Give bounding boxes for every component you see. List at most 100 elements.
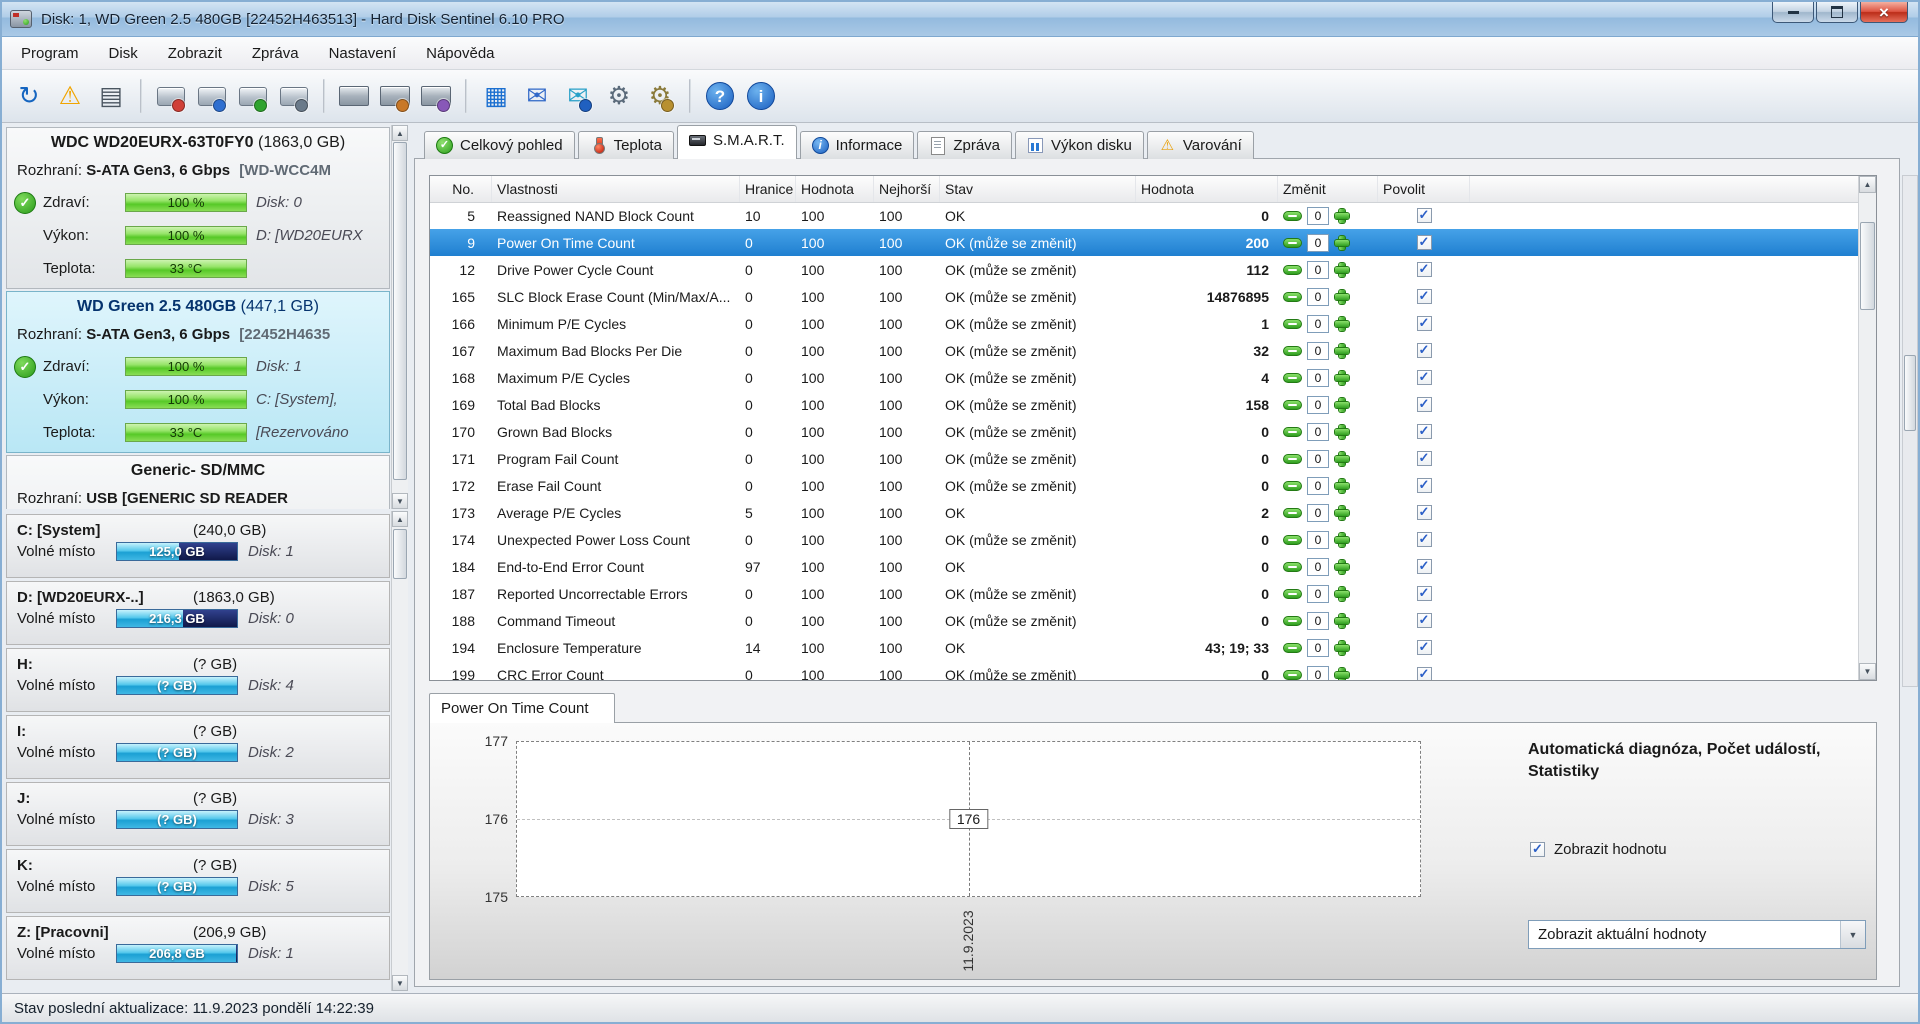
enable-checkbox[interactable]	[1417, 397, 1432, 412]
sound-settings-icon[interactable]: ⚙	[641, 75, 679, 117]
info-icon[interactable]: i	[742, 75, 780, 117]
smart-row[interactable]: 166 Minimum P/E Cycles 0 100 100 OK (můž…	[430, 310, 1859, 337]
tab-zprava[interactable]: Zpráva	[917, 131, 1012, 159]
enable-checkbox[interactable]	[1417, 559, 1432, 574]
alert-clock-icon[interactable]: ⚠	[51, 75, 89, 117]
increase-offset-button[interactable]	[1334, 208, 1350, 224]
surface-map-icon[interactable]: ▦	[477, 75, 515, 117]
smart-row[interactable]: 9 Power On Time Count 0 100 100 OK (může…	[430, 229, 1859, 256]
decrease-offset-button[interactable]	[1283, 670, 1302, 680]
scroll-down-icon[interactable]: ▼	[392, 975, 408, 991]
smart-row[interactable]: 170 Grown Bad Blocks 0 100 100 OK (může …	[430, 418, 1859, 445]
decrease-offset-button[interactable]	[1283, 643, 1302, 653]
tab-smart[interactable]: S.M.A.R.T.	[677, 125, 797, 159]
menu-item[interactable]: Zobrazit	[153, 40, 237, 67]
menu-item[interactable]: Zpráva	[237, 40, 314, 67]
smart-row[interactable]: 199 CRC Error Count 0 100 100 OK (může s…	[430, 661, 1859, 680]
current-values-dropdown[interactable]: Zobrazit aktuální hodnoty ▼	[1528, 920, 1866, 949]
column-header-attribute[interactable]: Vlastnosti	[492, 176, 740, 202]
decrease-offset-button[interactable]	[1283, 211, 1302, 221]
decrease-offset-button[interactable]	[1283, 238, 1302, 248]
enable-checkbox[interactable]	[1417, 667, 1432, 680]
decrease-offset-button[interactable]	[1283, 481, 1302, 491]
increase-offset-button[interactable]	[1334, 478, 1350, 494]
increase-offset-button[interactable]	[1334, 505, 1350, 521]
partition-list-scrollbar[interactable]: ▲ ▼	[391, 511, 408, 991]
menu-item[interactable]: Program	[6, 40, 94, 67]
increase-offset-button[interactable]	[1334, 640, 1350, 656]
column-header-status[interactable]: Stav	[940, 176, 1136, 202]
partition-item[interactable]: I: (? GB) Volné místo (? GB) Disk: 2	[6, 715, 390, 779]
column-header-change[interactable]: Změnit	[1278, 176, 1378, 202]
tab-informace[interactable]: Informace	[800, 131, 915, 159]
increase-offset-button[interactable]	[1334, 316, 1350, 332]
partition-item[interactable]: K: (? GB) Volné místo (? GB) Disk: 5	[6, 849, 390, 913]
scroll-up-icon[interactable]: ▲	[1859, 176, 1876, 193]
partition-item[interactable]: H: (? GB) Volné místo (? GB) Disk: 4	[6, 648, 390, 712]
decrease-offset-button[interactable]	[1283, 508, 1302, 518]
smart-row[interactable]: 187 Reported Uncorrectable Errors 0 100 …	[430, 580, 1859, 607]
chart-tab[interactable]: Power On Time Count	[429, 693, 615, 723]
enable-checkbox[interactable]	[1417, 451, 1432, 466]
column-header-data[interactable]: Hodnota	[1136, 176, 1278, 202]
partition-item[interactable]: D: [WD20EURX-..] (1863,0 GB) Volné místo…	[6, 581, 390, 645]
decrease-offset-button[interactable]	[1283, 562, 1302, 572]
disk-remove-icon[interactable]	[152, 75, 190, 117]
maximize-button[interactable]	[1816, 2, 1858, 23]
disk-search-icon[interactable]	[275, 75, 313, 117]
column-header-enable[interactable]: Povolit	[1378, 176, 1470, 202]
tab-celkovy-pohled[interactable]: Celkový pohled	[424, 131, 575, 159]
increase-offset-button[interactable]	[1334, 559, 1350, 575]
menu-item[interactable]: Disk	[94, 40, 153, 67]
decrease-offset-button[interactable]	[1283, 373, 1302, 383]
increase-offset-button[interactable]	[1334, 262, 1350, 278]
enable-checkbox[interactable]	[1417, 208, 1432, 223]
increase-offset-button[interactable]	[1334, 289, 1350, 305]
enable-checkbox[interactable]	[1417, 532, 1432, 547]
increase-offset-button[interactable]	[1334, 424, 1350, 440]
minimize-button[interactable]	[1772, 2, 1814, 23]
smart-row[interactable]: 5 Reassigned NAND Block Count 10 100 100…	[430, 202, 1859, 229]
enable-checkbox[interactable]	[1417, 370, 1432, 385]
enable-checkbox[interactable]	[1417, 289, 1432, 304]
smart-row[interactable]: 171 Program Fail Count 0 100 100 OK (můž…	[430, 445, 1859, 472]
decrease-offset-button[interactable]	[1283, 535, 1302, 545]
enable-checkbox[interactable]	[1417, 505, 1432, 520]
increase-offset-button[interactable]	[1334, 397, 1350, 413]
column-header-worst[interactable]: Nejhorší	[874, 176, 940, 202]
smart-row[interactable]: 184 End-to-End Error Count 97 100 100 OK…	[430, 553, 1859, 580]
increase-offset-button[interactable]	[1334, 343, 1350, 359]
drive-eject-icon[interactable]	[417, 75, 455, 117]
disk-schedule-icon[interactable]	[193, 75, 231, 117]
enable-checkbox[interactable]	[1417, 586, 1432, 601]
disk-panel[interactable]: WD Green 2.5 480GB (447,1 GB) Rozhraní: …	[6, 291, 390, 453]
increase-offset-button[interactable]	[1334, 667, 1350, 681]
increase-offset-button[interactable]	[1334, 451, 1350, 467]
smart-row[interactable]: 168 Maximum P/E Cycles 0 100 100 OK (můž…	[430, 364, 1859, 391]
scrollbar-thumb[interactable]	[393, 529, 407, 579]
enable-checkbox[interactable]	[1417, 235, 1432, 250]
decrease-offset-button[interactable]	[1283, 265, 1302, 275]
increase-offset-button[interactable]	[1334, 235, 1350, 251]
enable-checkbox[interactable]	[1417, 613, 1432, 628]
tab-varovani[interactable]: Varování	[1147, 131, 1254, 159]
enable-checkbox[interactable]	[1417, 316, 1432, 331]
scroll-up-icon[interactable]: ▲	[392, 511, 408, 527]
menu-item[interactable]: Nastavení	[314, 40, 412, 67]
scrollbar-thumb[interactable]	[1904, 355, 1916, 431]
partition-item[interactable]: C: [System] (240,0 GB) Volné místo 125,0…	[6, 514, 390, 578]
enable-checkbox[interactable]	[1417, 262, 1432, 277]
table-scrollbar[interactable]: ▲ ▼	[1858, 176, 1876, 680]
decrease-offset-button[interactable]	[1283, 427, 1302, 437]
report-icon[interactable]: ▤	[92, 75, 130, 117]
scroll-down-icon[interactable]: ▼	[392, 493, 408, 509]
increase-offset-button[interactable]	[1334, 370, 1350, 386]
smart-row[interactable]: 167 Maximum Bad Blocks Per Die 0 100 100…	[430, 337, 1859, 364]
close-button[interactable]: ×	[1860, 2, 1908, 23]
enable-checkbox[interactable]	[1417, 640, 1432, 655]
dropdown-arrow-icon[interactable]: ▼	[1840, 921, 1865, 948]
outer-scrollbar[interactable]	[1902, 175, 1918, 687]
smart-row[interactable]: 188 Command Timeout 0 100 100 OK (může s…	[430, 607, 1859, 634]
disk-ok-icon[interactable]	[234, 75, 272, 117]
disk-panel[interactable]: WDC WD20EURX-63T0FY0 (1863,0 GB) Rozhran…	[6, 127, 390, 289]
